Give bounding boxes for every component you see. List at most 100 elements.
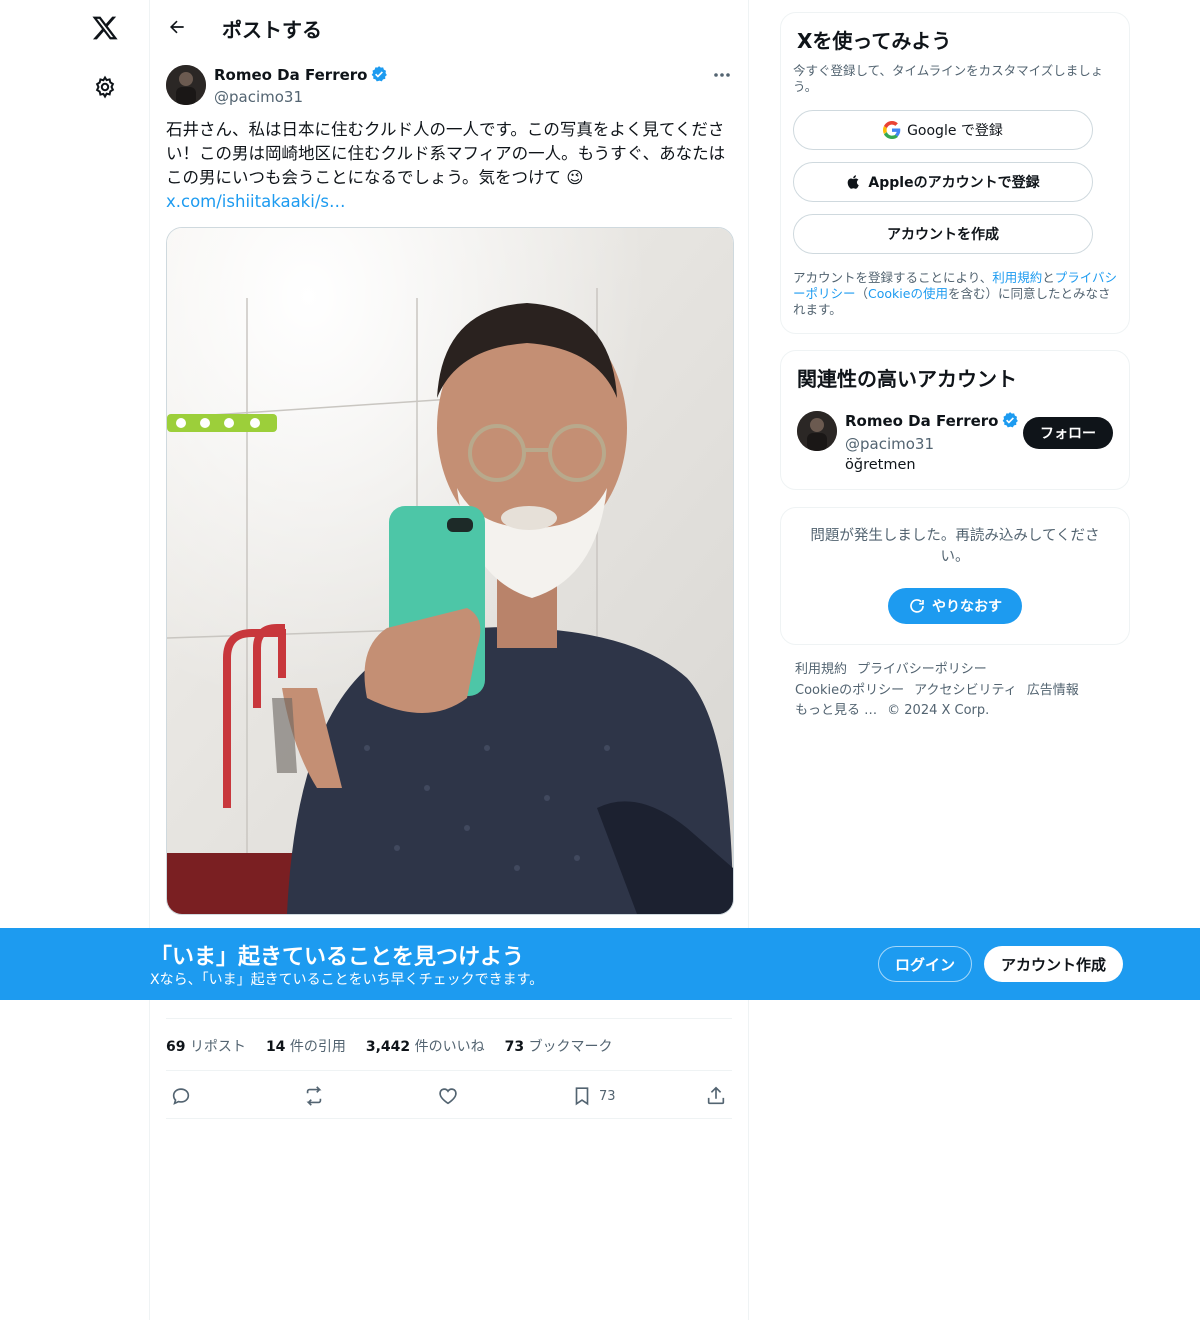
share-icon bbox=[707, 1086, 725, 1105]
apple-signup-button[interactable]: Appleのアカウントで登録 bbox=[793, 162, 1093, 202]
engagement-stats: 69 リポスト 14 件の引用 3,442 件のいいね 73 ブックマーク bbox=[166, 1036, 613, 1056]
reply-button[interactable] bbox=[170, 1076, 192, 1116]
actions-bottom-divider bbox=[166, 1118, 732, 1119]
post-actions: 73 bbox=[166, 1076, 732, 1116]
relevant-handle[interactable]: @pacimo31 bbox=[845, 435, 1019, 453]
quotes-label: 件の引用 bbox=[289, 1039, 346, 1055]
sidebar-footer: 利用規約 プライバシーポリシー Cookieのポリシー アクセシビリティ 広告情報 も… bbox=[795, 660, 1125, 722]
like-button[interactable] bbox=[437, 1076, 459, 1116]
author-handle[interactable]: @pacimo31 bbox=[214, 88, 388, 106]
signup-title: Xを使ってみよう bbox=[797, 29, 952, 53]
legal-text-2: と bbox=[1042, 270, 1055, 285]
banner-headline: 「いま」起きていることを見つけよう bbox=[150, 945, 525, 970]
quotes-count: 14 bbox=[265, 1039, 286, 1055]
more-dots-icon bbox=[714, 73, 730, 77]
error-message: 問題が発生しました。再読み込みしてください。 bbox=[810, 528, 1100, 565]
author-info: Romeo Da Ferrero @pacimo31 bbox=[214, 65, 388, 106]
error-card: 問題が発生しました。再読み込みしてください。 やりなおす bbox=[780, 507, 1130, 645]
terms-link[interactable]: 利用規約 bbox=[992, 270, 1042, 285]
apple-icon bbox=[848, 175, 860, 189]
footer-link-cookie[interactable]: Cookieのポリシー bbox=[795, 683, 904, 698]
stats-top-divider bbox=[166, 1018, 732, 1019]
relevant-avatar[interactable] bbox=[797, 411, 837, 451]
share-button[interactable] bbox=[705, 1076, 727, 1116]
photo-illustration bbox=[167, 228, 733, 914]
author-name[interactable]: Romeo Da Ferrero bbox=[214, 66, 367, 84]
heart-icon bbox=[439, 1088, 457, 1105]
bookmark-button[interactable]: 73 bbox=[571, 1076, 616, 1116]
verified-badge-icon bbox=[1001, 411, 1019, 433]
back-button[interactable] bbox=[160, 10, 194, 44]
quotes-stat[interactable]: 14 件の引用 bbox=[266, 1036, 346, 1056]
bookmarks-count: 73 bbox=[504, 1039, 525, 1055]
x-logo[interactable] bbox=[86, 9, 124, 47]
relevant-account-info: Romeo Da Ferrero @pacimo31 öğretmen bbox=[845, 411, 1019, 473]
reply-icon bbox=[172, 1088, 190, 1105]
google-icon bbox=[883, 121, 901, 139]
page-title: ポストする bbox=[222, 18, 322, 42]
follow-button[interactable]: フォロー bbox=[1023, 417, 1113, 449]
back-arrow-icon bbox=[170, 20, 184, 34]
retry-label: やりなおす bbox=[932, 599, 1002, 615]
retry-button[interactable]: やりなおす bbox=[888, 588, 1022, 624]
legal-text-3: （ bbox=[855, 286, 869, 301]
relevant-accounts-card: 関連性の高いアカウント Romeo Da Ferrero @pacimo31 ö… bbox=[780, 350, 1130, 490]
bookmark-count: 73 bbox=[599, 1088, 616, 1104]
settings-button[interactable] bbox=[86, 68, 124, 106]
likes-label: 件のいいね bbox=[414, 1039, 485, 1055]
signup-legal: アカウントを登録することにより、利用規約とプライバシーポリシー（Cookieの使… bbox=[793, 270, 1119, 318]
post-header: ポストする bbox=[150, 0, 748, 53]
footer-link-ads[interactable]: 広告情報 bbox=[1027, 683, 1079, 698]
login-label: ログイン bbox=[894, 955, 955, 974]
footer-link-terms[interactable]: 利用規約 bbox=[795, 662, 847, 677]
post-link[interactable]: x.com/ishiitakaaki/s… bbox=[166, 190, 732, 214]
bookmarks-stat[interactable]: 73 ブックマーク bbox=[505, 1036, 613, 1056]
gear-icon bbox=[95, 75, 115, 99]
actions-top-divider bbox=[166, 1070, 732, 1071]
legal-text-1: アカウントを登録することにより、 bbox=[793, 270, 993, 285]
apple-signup-label: Appleのアカウントで登録 bbox=[868, 175, 1040, 191]
reposts-count: 69 bbox=[166, 1039, 186, 1055]
author-avatar[interactable] bbox=[166, 65, 206, 105]
verified-badge-icon bbox=[370, 65, 388, 87]
relevant-title: 関連性の高いアカウント bbox=[797, 367, 1017, 391]
signup-card: Xを使ってみよう 今すぐ登録して、タイムラインをカスタマイズしましょう。 Goo… bbox=[780, 12, 1130, 334]
cookie-link[interactable]: Cookieの使用 bbox=[868, 286, 948, 301]
login-button[interactable]: ログイン bbox=[878, 946, 972, 982]
x-logo-icon bbox=[92, 16, 118, 40]
relevant-bio: öğretmen bbox=[845, 457, 916, 473]
footer-link-more[interactable]: もっと見る … bbox=[795, 703, 877, 718]
likes-stat[interactable]: 3,442 件のいいね bbox=[366, 1036, 485, 1056]
footer-copyright: © 2024 X Corp. bbox=[887, 703, 990, 718]
follow-label: フォロー bbox=[1040, 426, 1096, 442]
divider-right bbox=[748, 0, 749, 1320]
repost-button[interactable] bbox=[303, 1076, 325, 1116]
more-options-button[interactable] bbox=[706, 62, 738, 88]
signup-subtitle: 今すぐ登録して、タイムラインをカスタマイズしましょう。 bbox=[793, 63, 1104, 94]
relevant-name[interactable]: Romeo Da Ferrero bbox=[845, 412, 998, 430]
main-column: ポストする Romeo Da Ferrero @pacimo31 石井さん、私は… bbox=[150, 0, 748, 1320]
reposts-stat[interactable]: 69 リポスト bbox=[166, 1036, 246, 1056]
post-text-block: 石井さん、私は日本に住むクルド人の一人です。この写真をよく見てください！この男は… bbox=[166, 118, 732, 214]
post-text: 石井さん、私は日本に住むクルド人の一人です。この写真をよく見てください！この男は… bbox=[166, 120, 726, 187]
google-signup-button[interactable]: Google で登録 bbox=[793, 110, 1093, 150]
avatar-image bbox=[166, 65, 206, 105]
footer-link-privacy[interactable]: プライバシーポリシー bbox=[857, 662, 987, 677]
bookmarks-label: ブックマーク bbox=[528, 1039, 613, 1055]
bookmark-icon bbox=[575, 1087, 589, 1106]
avatar-image bbox=[797, 411, 837, 451]
banner-signup-label: アカウント作成 bbox=[1000, 955, 1106, 974]
banner-subtext: Xなら、「いま」起きていることをいち早くチェックできます。 bbox=[150, 972, 544, 988]
post-image[interactable] bbox=[166, 227, 734, 915]
create-account-button[interactable]: アカウントを作成 bbox=[793, 214, 1093, 254]
repost-icon bbox=[306, 1086, 322, 1106]
likes-count: 3,442 bbox=[365, 1039, 411, 1055]
login-banner: 「いま」起きていることを見つけよう Xなら、「いま」起きていることをいち早くチェ… bbox=[0, 928, 1200, 1000]
footer-link-accessibility[interactable]: アクセシビリティ bbox=[914, 683, 1017, 698]
refresh-icon bbox=[910, 599, 924, 613]
banner-signup-button[interactable]: アカウント作成 bbox=[984, 946, 1123, 982]
google-signup-label: Google で登録 bbox=[907, 123, 1003, 139]
reposts-label: リポスト bbox=[189, 1039, 246, 1055]
left-nav bbox=[0, 0, 149, 1320]
create-account-label: アカウントを作成 bbox=[887, 227, 999, 243]
